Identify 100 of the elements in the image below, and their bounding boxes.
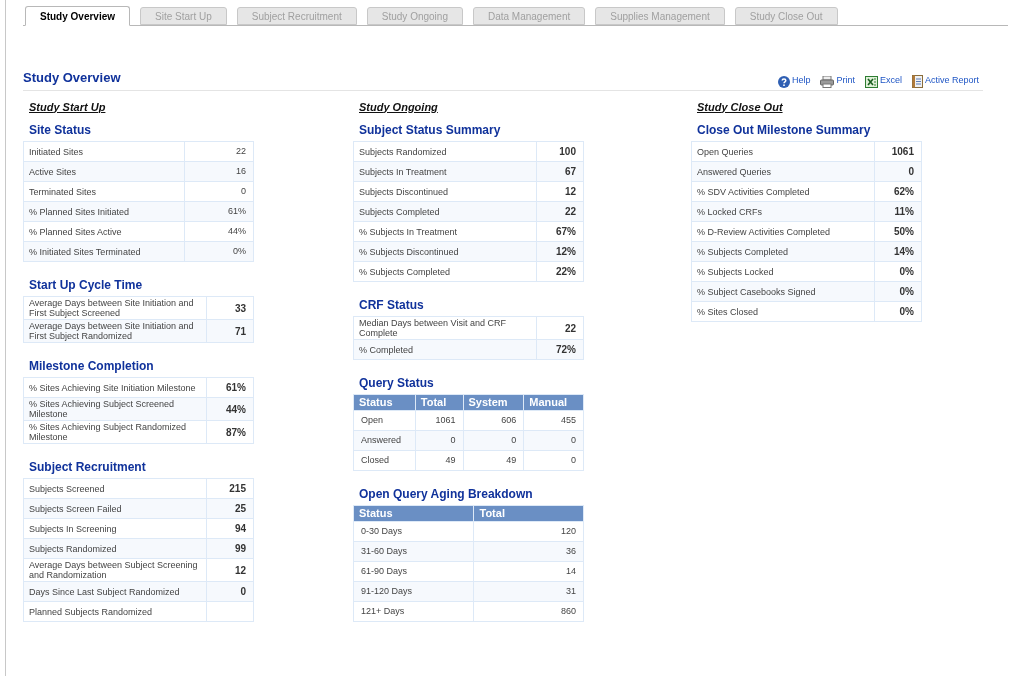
label-cell: Planned Subjects Randomized (23, 601, 207, 622)
value-cell: 1061 (874, 141, 922, 162)
table-cell: 0 (415, 430, 463, 451)
value-cell: 12 (206, 558, 254, 582)
value-cell: 50% (874, 221, 922, 242)
table-cell: 121+ Days (353, 601, 474, 622)
section-title: Site Status (28, 123, 91, 138)
section-title: CRF Status (358, 298, 424, 313)
table-cell: 0 (523, 450, 584, 471)
label-cell: Subjects Randomized (353, 141, 537, 162)
value-cell: 72% (536, 339, 584, 360)
table-cell: 61-90 Days (353, 561, 474, 582)
tab[interactable]: Site Start Up (140, 7, 227, 25)
value-cell: 67 (536, 161, 584, 182)
column-header: Total (415, 394, 463, 411)
section-title: Open Query Aging Breakdown (358, 487, 533, 502)
label-cell: % Locked CRFs (691, 201, 875, 222)
tab[interactable]: Data Management (472, 7, 586, 25)
page-title: Study Overview (23, 69, 121, 87)
value-cell: 99 (206, 538, 254, 559)
table-cell: 1061 (415, 410, 463, 431)
value-cell: 0 (184, 181, 254, 202)
label-cell: Days Since Last Subject Randomized (23, 581, 207, 602)
tab[interactable]: Study Overview (25, 6, 131, 26)
tab[interactable]: Supplies Management (595, 7, 725, 25)
value-cell: 25 (206, 498, 254, 519)
label-cell: % Sites Achieving Subject Randomized Milestone (23, 420, 207, 444)
value-cell: 14% (874, 241, 922, 262)
label-cell: Subjects Screen Failed (23, 498, 207, 519)
column-heading: Study Ongoing (358, 99, 438, 115)
label-cell: Subjects In Treatment (353, 161, 537, 182)
section-title: Start Up Cycle Time (28, 278, 143, 293)
label-cell: % Subjects Locked (691, 261, 875, 282)
value-cell: 215 (206, 478, 254, 499)
table-cell: 860 (474, 601, 584, 622)
column-header: Manual (523, 394, 584, 411)
table-cell: Open (353, 410, 416, 431)
value-cell: 0 (206, 581, 254, 602)
help-icon[interactable] (777, 75, 790, 88)
label-cell: % Subjects In Treatment (353, 221, 537, 242)
table-cell: 49 (463, 450, 524, 471)
report-icon[interactable] (911, 74, 923, 88)
label-cell: % SDV Activities Completed (691, 181, 875, 202)
section-title: Query Status (358, 376, 434, 391)
value-cell: 44% (184, 221, 254, 242)
value-cell: 61% (206, 377, 254, 398)
label-cell: % Planned Sites Initiated (23, 201, 185, 222)
label-cell: % Sites Achieving Subject Screened Milestone (23, 397, 207, 421)
printer-icon[interactable] (820, 75, 835, 88)
table-cell: 14 (474, 561, 584, 582)
table-cell: 36 (474, 541, 584, 562)
value-cell: 0% (184, 241, 254, 262)
label-cell: % D-Review Activities Completed (691, 221, 875, 242)
label-cell: % Sites Closed (691, 301, 875, 322)
label-cell: Subjects Screened (23, 478, 207, 499)
table-cell: 606 (463, 410, 524, 431)
label-cell: Subjects Completed (353, 201, 537, 222)
tab[interactable]: Subject Recruitment (236, 7, 357, 25)
help-link[interactable]: Help (777, 74, 811, 88)
value-cell: 22 (184, 141, 254, 162)
value-cell: 94 (206, 518, 254, 539)
value-cell: 62% (874, 181, 922, 202)
value-cell: 22 (536, 201, 584, 222)
print-link[interactable]: Print (820, 74, 855, 88)
label-cell: % Completed (353, 339, 537, 360)
table-cell: Answered (353, 430, 416, 451)
section-title: Milestone Completion (28, 359, 154, 374)
table-cell: 49 (415, 450, 463, 471)
label-cell: Average Days between Subject Screening and Randomization (23, 558, 207, 582)
spreadsheet-icon[interactable] (864, 75, 878, 88)
label-cell: Subjects In Screening (23, 518, 207, 539)
value-cell: 11% (874, 201, 922, 222)
value-cell: 61% (184, 201, 254, 222)
label-cell: % Subjects Completed (691, 241, 875, 262)
column-heading: Study Close Out (696, 99, 783, 115)
table-cell: 91-120 Days (353, 581, 474, 602)
table-cell: 31 (474, 581, 584, 602)
column-heading: Study Start Up (28, 99, 106, 115)
tab[interactable]: Study Close Out (734, 7, 838, 25)
table-cell: 455 (523, 410, 584, 431)
excel-link[interactable]: Excel (864, 74, 902, 88)
column-header: Status (353, 394, 416, 411)
value-cell: 16 (184, 161, 254, 182)
column-header: Status (353, 505, 474, 522)
label-cell: Median Days between Visit and CRF Complete (353, 316, 537, 340)
tab[interactable]: Study Ongoing (366, 7, 463, 25)
value-cell: 100 (536, 141, 584, 162)
label-cell: Subjects Discontinued (353, 181, 537, 202)
label-cell: Initiated Sites (23, 141, 185, 162)
value-cell: 87% (206, 420, 254, 444)
label-cell: % Sites Achieving Site Initiation Milestone (23, 377, 207, 398)
table-cell: Closed (353, 450, 416, 471)
label-cell: Active Sites (23, 161, 185, 182)
label-cell: Answered Queries (691, 161, 875, 182)
report-link[interactable]: Active Report (911, 74, 979, 88)
column-header: Total (474, 505, 584, 522)
value-cell: 22% (536, 261, 584, 282)
label-cell: % Subjects Discontinued (353, 241, 537, 262)
label-cell: % Initiated Sites Terminated (23, 241, 185, 262)
value-cell: 12% (536, 241, 584, 262)
